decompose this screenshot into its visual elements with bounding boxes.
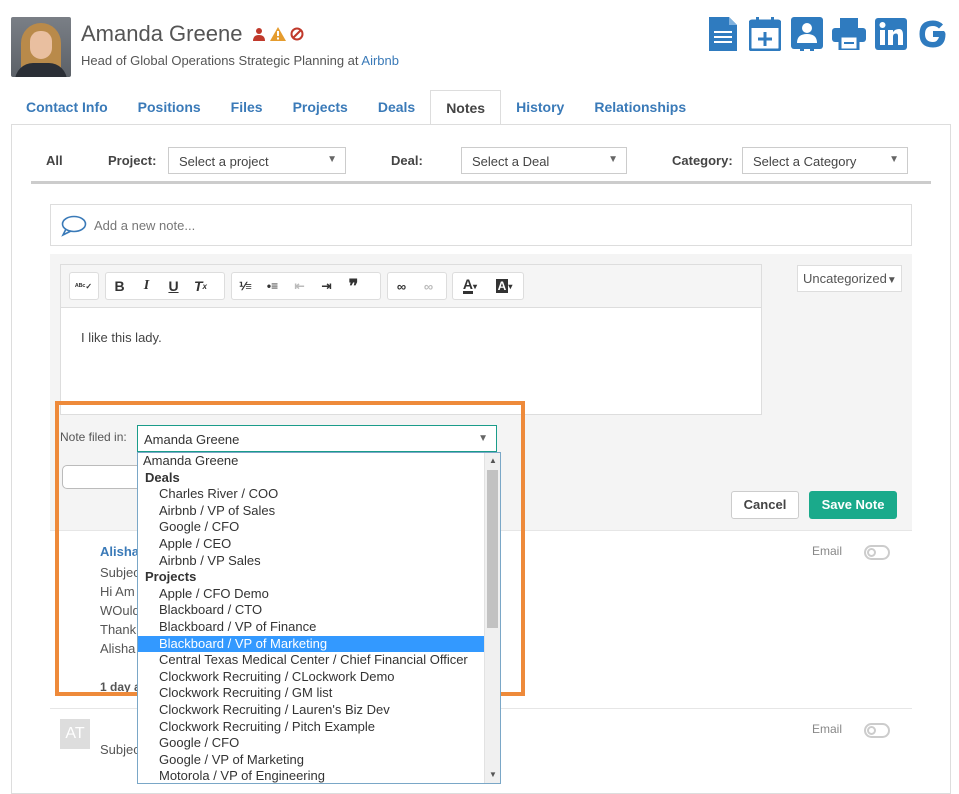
filter-all-link[interactable]: All	[46, 153, 63, 168]
person-icon[interactable]	[252, 27, 266, 46]
dropdown-option[interactable]: Apple / CFO Demo	[138, 586, 485, 603]
editor-toolbar: ᴬᴮᶜ✓ B I U Tx ⅟≡ •≡ ⇤ ⇥ ❞ ∞ ∞ A ▾ A ▾	[61, 265, 761, 308]
contact-photo	[11, 17, 71, 77]
scroll-down-icon[interactable]: ▼	[485, 767, 500, 783]
speech-bubble-icon	[61, 215, 87, 237]
dropdown-group-label: Deals	[145, 469, 180, 485]
cancel-button[interactable]: Cancel	[731, 491, 799, 519]
email-toggle[interactable]	[864, 545, 890, 560]
underline-icon[interactable]: U	[160, 273, 187, 299]
italic-icon[interactable]: I	[133, 273, 160, 299]
dropdown-option[interactable]: Google / VP of Marketing	[138, 752, 485, 769]
dropdown-option[interactable]: Motorola / VP of Engineering	[138, 768, 485, 783]
dropdown-option[interactable]: Google / CFO	[138, 519, 485, 536]
spellcheck-icon[interactable]: ᴬᴮᶜ✓	[70, 273, 97, 299]
dropdown-option[interactable]: Clockwork Recruiting / Lauren's Biz Dev	[138, 702, 485, 719]
avatar: AT	[60, 719, 90, 749]
link-icon[interactable]: ∞	[388, 273, 415, 299]
dropdown-option[interactable]: Apple / CEO	[138, 536, 485, 553]
dropdown-option[interactable]: Charles River / COO	[138, 486, 485, 503]
tab-bar: Contact Info Positions Files Projects De…	[11, 90, 701, 125]
google-icon[interactable]	[916, 16, 950, 52]
dropdown-option[interactable]: Airbnb / VP Sales	[138, 553, 485, 570]
dropdown-option[interactable]: Central Texas Medical Center / Chief Fin…	[138, 652, 485, 669]
background-color-icon[interactable]: A ▾	[487, 273, 521, 299]
email-label: Email	[812, 544, 843, 558]
dropdown-option[interactable]: Clockwork Recruiting / GM list	[138, 685, 485, 702]
top-actions	[706, 16, 950, 52]
dropdown-option[interactable]: Blackboard / VP of Marketing	[138, 635, 485, 653]
category-filter-select[interactable]: Select a Category ▼	[742, 147, 908, 174]
ban-icon[interactable]	[290, 27, 304, 46]
note-line: Subjec	[100, 742, 140, 757]
dropdown-option[interactable]: Blackboard / VP of Finance	[138, 619, 485, 636]
dropdown-option[interactable]: Amanda Greene	[138, 453, 485, 470]
unlink-icon[interactable]: ∞	[415, 273, 442, 299]
blockquote-icon[interactable]: ❞	[340, 273, 367, 299]
outdent-icon[interactable]: ⇤	[286, 273, 313, 299]
tab-relationships[interactable]: Relationships	[579, 90, 701, 125]
print-icon[interactable]	[832, 16, 866, 52]
tab-history[interactable]: History	[501, 90, 579, 125]
email-toggle[interactable]	[864, 723, 890, 738]
tab-contact-info[interactable]: Contact Info	[11, 90, 123, 125]
save-note-button[interactable]: Save Note	[809, 491, 897, 519]
dropdown-option[interactable]: Clockwork Recruiting / CLockwork Demo	[138, 669, 485, 686]
calendar-add-icon[interactable]	[748, 16, 782, 52]
clear-format-icon[interactable]: Tx	[187, 273, 214, 299]
warning-icon[interactable]	[270, 27, 286, 46]
project-filter-label: Project:	[108, 153, 157, 168]
bold-icon[interactable]: B	[106, 273, 133, 299]
dropdown-option[interactable]: Airbnb / VP of Sales	[138, 503, 485, 520]
email-label: Email	[812, 722, 843, 736]
deal-filter-label: Deal:	[391, 153, 423, 168]
dropdown-group-label: Projects	[145, 569, 197, 585]
deal-filter-select[interactable]: Select a Deal ▼	[461, 147, 627, 174]
company-link[interactable]: Airbnb	[361, 53, 399, 68]
dropdown-option[interactable]: Google / CFO	[138, 735, 485, 752]
numbered-list-icon[interactable]: ⅟≡	[232, 273, 259, 299]
bullet-list-icon[interactable]: •≡	[259, 273, 286, 299]
category-select[interactable]: Uncategorized▼	[797, 265, 902, 292]
chevron-down-icon: ▼	[886, 275, 897, 286]
dropdown-option[interactable]: Blackboard / CTO	[138, 602, 485, 619]
tab-projects[interactable]: Projects	[278, 90, 363, 125]
tab-deals[interactable]: Deals	[363, 90, 430, 125]
linkedin-icon[interactable]	[874, 16, 908, 52]
dropdown-scrollbar[interactable]: ▲ ▼	[484, 453, 500, 783]
dropdown-option[interactable]: Clockwork Recruiting / Pitch Example	[138, 719, 485, 736]
filter-divider	[31, 181, 931, 184]
scroll-thumb[interactable]	[487, 470, 498, 628]
text-color-icon[interactable]: A ▾	[453, 273, 487, 299]
chevron-down-icon: ▼	[608, 154, 618, 165]
dropdown-options: Amanda Greene Deals Charles River / COO Air…	[138, 453, 485, 783]
tab-positions[interactable]: Positions	[123, 90, 216, 125]
chevron-down-icon: ▼	[327, 154, 337, 165]
indent-icon[interactable]: ⇥	[313, 273, 340, 299]
category-filter-label: Category:	[672, 153, 733, 168]
tab-files[interactable]: Files	[216, 90, 278, 125]
note-body-text[interactable]: I like this lady.	[81, 330, 162, 345]
contact-card-icon[interactable]	[790, 16, 824, 52]
document-icon[interactable]	[706, 16, 740, 52]
scroll-up-icon[interactable]: ▲	[485, 453, 500, 469]
project-filter-select[interactable]: Select a project ▼	[168, 147, 346, 174]
note-filed-dropdown[interactable]: Amanda Greene Deals Charles River / COO Air…	[137, 452, 501, 784]
tab-notes[interactable]: Notes	[430, 90, 502, 125]
add-note-placeholder: Add a new note...	[94, 218, 196, 233]
contact-flags	[252, 27, 304, 46]
contact-name: Amanda Greene	[81, 21, 243, 46]
chevron-down-icon: ▼	[889, 154, 899, 165]
contact-title: Head of Global Operations Strategic Plan…	[81, 53, 399, 68]
